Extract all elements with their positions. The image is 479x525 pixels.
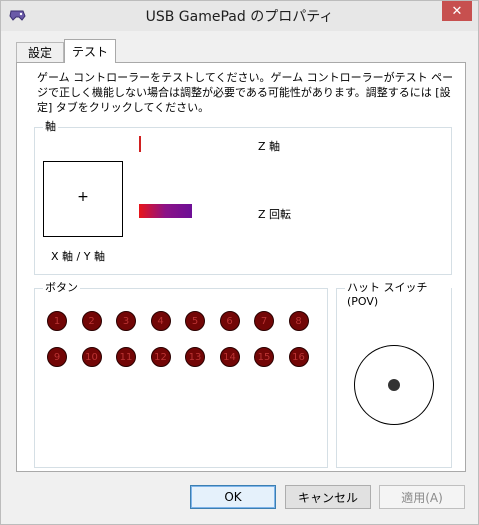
close-icon: ✕ (451, 3, 463, 19)
joystick-button-3: 3 (116, 311, 136, 331)
cancel-button[interactable]: キャンセル (285, 485, 371, 509)
test-description: ゲーム コントローラーをテストしてください。ゲーム コントローラーがテスト ペー… (37, 71, 454, 114)
hat-switch-group: ハット スイッチ (POV) (336, 281, 452, 468)
joystick-button-16: 16 (288, 347, 309, 367)
joystick-button-1: 1 (47, 311, 67, 331)
joystick-button-8: 8 (288, 311, 309, 331)
joystick-button-14: 14 (219, 347, 240, 367)
joystick-button-10: 10 (81, 347, 102, 367)
buttons-group-label: ボタン (43, 281, 80, 295)
z-axis-indicator (139, 136, 141, 152)
joystick-button-9: 9 (47, 347, 67, 367)
joystick-button-11: 11 (116, 347, 136, 367)
axes-group-label: 軸 (43, 120, 58, 134)
z-rotation-label: Z 回転 (258, 208, 292, 221)
pov-circle (354, 345, 434, 425)
tab-test[interactable]: テスト (64, 39, 116, 63)
joystick-button-15: 15 (254, 347, 274, 367)
tab-settings[interactable]: 設定 (16, 42, 64, 62)
joystick-button-13: 13 (185, 347, 205, 367)
apply-button[interactable]: 適用(A) (379, 485, 465, 509)
z-axis-label: Z 軸 (258, 140, 281, 153)
z-rotation-bar (139, 204, 192, 218)
ok-button[interactable]: OK (190, 485, 276, 509)
title-bar[interactable]: USB GamePad のプロパティ ✕ (1, 1, 478, 31)
joystick-button-7: 7 (254, 311, 274, 331)
joystick-button-12: 12 (150, 347, 171, 367)
xy-axis-label: X 軸 / Y 軸 (51, 250, 105, 263)
window-title: USB GamePad のプロパティ (145, 9, 334, 25)
buttons-group: ボタン 1 2 3 4 5 6 7 8 9 10 11 12 13 14 15 16 (34, 281, 328, 468)
xy-axis-box: + (43, 161, 123, 237)
pov-center-dot (388, 379, 400, 391)
axes-group: 軸 + X 軸 / Y 軸 Z 軸 Z 回転 (34, 120, 452, 275)
crosshair-icon: + (77, 189, 89, 205)
joystick-button-4: 4 (150, 311, 171, 331)
hat-switch-label: ハット スイッチ (POV) (345, 281, 451, 309)
properties-window: USB GamePad のプロパティ ✕ 設定 テスト ゲーム コントローラーを… (0, 0, 479, 525)
test-panel: ゲーム コントローラーをテストしてください。ゲーム コントローラーがテスト ペー… (16, 62, 466, 472)
joystick-button-5: 5 (185, 311, 205, 331)
joystick-button-6: 6 (219, 311, 240, 331)
close-button[interactable]: ✕ (442, 1, 472, 21)
joystick-button-2: 2 (81, 311, 102, 331)
